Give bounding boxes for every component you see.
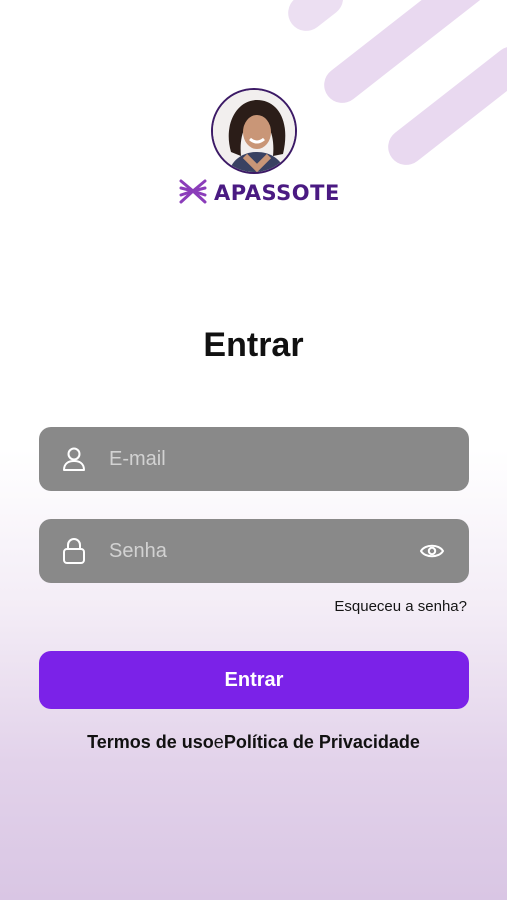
eye-icon[interactable]: [417, 536, 447, 566]
user-icon: [59, 444, 89, 474]
brand-name: APASSOTE: [214, 181, 340, 205]
password-field-container: [39, 519, 469, 583]
lock-icon: [59, 536, 89, 566]
apassote-logo-icon: [178, 176, 208, 211]
avatar: [211, 88, 297, 174]
email-input[interactable]: [109, 447, 469, 471]
login-button[interactable]: Entrar: [39, 651, 469, 709]
page-title: Entrar: [203, 326, 304, 364]
forgot-password-link[interactable]: Esqueceu a senha?: [334, 598, 467, 615]
privacy-policy-link[interactable]: Política de Privacidade: [224, 732, 420, 752]
brand: APASSOTE: [178, 178, 340, 208]
legal-links: Termos de usoePolítica de Privacidade: [0, 732, 507, 753]
terms-of-use-link[interactable]: Termos de uso: [87, 732, 214, 752]
password-input[interactable]: [109, 539, 417, 563]
legal-conjunction: e: [213, 732, 224, 752]
email-field-container: [39, 427, 469, 491]
decorative-stripe: [280, 0, 351, 39]
